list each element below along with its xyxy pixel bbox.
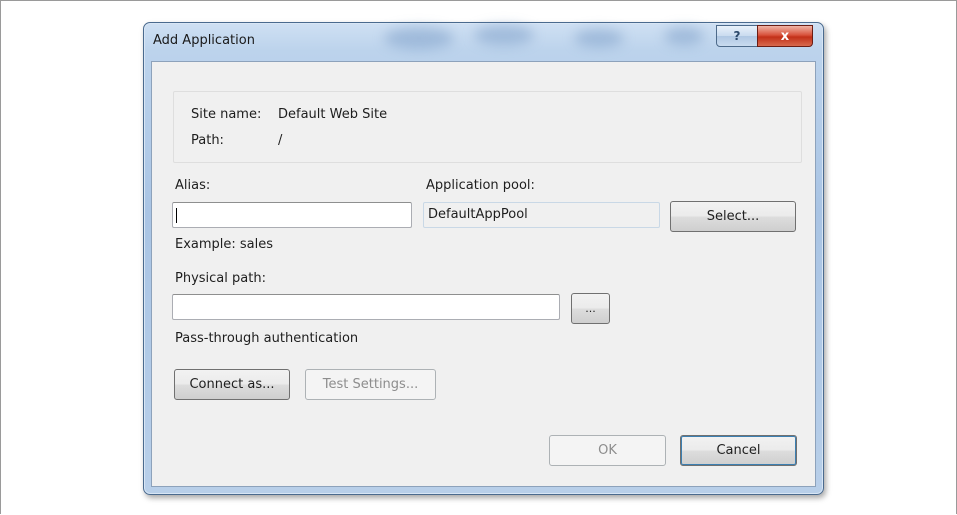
add-application-dialog: Add Application ? x Site name: Default W…: [143, 22, 824, 495]
title-bar-glow: [574, 29, 624, 47]
application-pool-label: Application pool:: [426, 178, 535, 193]
physical-path-label: Physical path:: [175, 271, 266, 286]
connect-as-button[interactable]: Connect as...: [174, 369, 290, 400]
application-pool-value: DefaultAppPool: [428, 207, 528, 222]
title-bar[interactable]: Add Application ? x: [144, 23, 823, 61]
title-bar-glow: [384, 27, 454, 49]
path-value: /: [278, 133, 283, 148]
select-pool-button[interactable]: Select...: [670, 201, 796, 232]
pass-through-auth-label: Pass-through authentication: [175, 331, 359, 346]
test-settings-button[interactable]: Test Settings...: [305, 369, 436, 400]
alias-label: Alias:: [175, 178, 211, 193]
dialog-body: Site name: Default Web Site Path: / Alia…: [151, 61, 816, 487]
browse-button[interactable]: ...: [571, 293, 610, 324]
site-name-value: Default Web Site: [278, 107, 388, 122]
help-button[interactable]: ?: [716, 25, 758, 47]
alias-input[interactable]: [172, 202, 412, 228]
path-label: Path:: [191, 133, 224, 148]
help-icon: ?: [733, 29, 741, 43]
title-bar-glow: [474, 25, 534, 45]
window-title: Add Application: [153, 33, 255, 48]
cancel-button[interactable]: Cancel: [680, 435, 797, 466]
alias-example-hint: Example: sales: [175, 237, 274, 252]
application-pool-field: DefaultAppPool: [423, 202, 660, 228]
title-bar-glow: [664, 27, 704, 45]
ok-button[interactable]: OK: [549, 435, 666, 466]
close-button[interactable]: x: [757, 25, 813, 47]
text-caret: [176, 208, 177, 223]
close-icon: x: [780, 28, 790, 44]
site-info-panel: Site name: Default Web Site Path: /: [173, 91, 802, 163]
site-name-label: Site name:: [191, 107, 262, 122]
physical-path-input[interactable]: [172, 294, 560, 320]
